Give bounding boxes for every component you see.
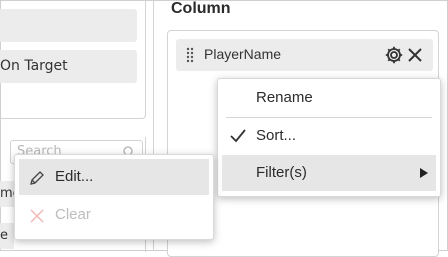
menu-item-sort-label: Sort... (256, 127, 297, 144)
menu-item-filters[interactable]: Filter(s) (222, 155, 436, 191)
left-field-chip-2[interactable]: On Target (0, 50, 137, 83)
list-item[interactable]: e (0, 223, 14, 249)
column-field-label: PlayerName (204, 46, 282, 62)
menu-item-rename-label: Rename (256, 89, 313, 106)
left-field-chip-1[interactable] (0, 9, 137, 42)
left-field-chip-2-label: On Target (0, 58, 68, 74)
list-item[interactable]: me (0, 181, 14, 207)
column-section-title: Column (171, 0, 231, 17)
close-icon[interactable] (406, 46, 424, 64)
gear-icon[interactable] (384, 45, 404, 65)
menu-item-sort[interactable]: Sort... (218, 118, 440, 154)
check-icon (230, 129, 246, 143)
list-item-label: me (0, 186, 14, 201)
x-icon (30, 209, 44, 223)
list-item-label: e (0, 228, 8, 243)
menu-item-edit-label: Edit... (55, 168, 94, 185)
menu-item-rename[interactable]: Rename (218, 79, 440, 117)
menu-item-clear-label: Clear (55, 206, 91, 223)
pencil-icon (30, 171, 44, 185)
menu-item-clear: Clear (19, 197, 209, 233)
menu-item-filters-label: Filter(s) (256, 164, 307, 181)
menu-item-edit[interactable]: Edit... (19, 159, 209, 195)
drag-grip-icon[interactable] (186, 47, 194, 63)
filter-submenu: Edit... Clear (14, 154, 214, 240)
caret-right-icon (420, 168, 428, 178)
field-context-menu: Rename Sort... Filter(s) (217, 78, 441, 197)
